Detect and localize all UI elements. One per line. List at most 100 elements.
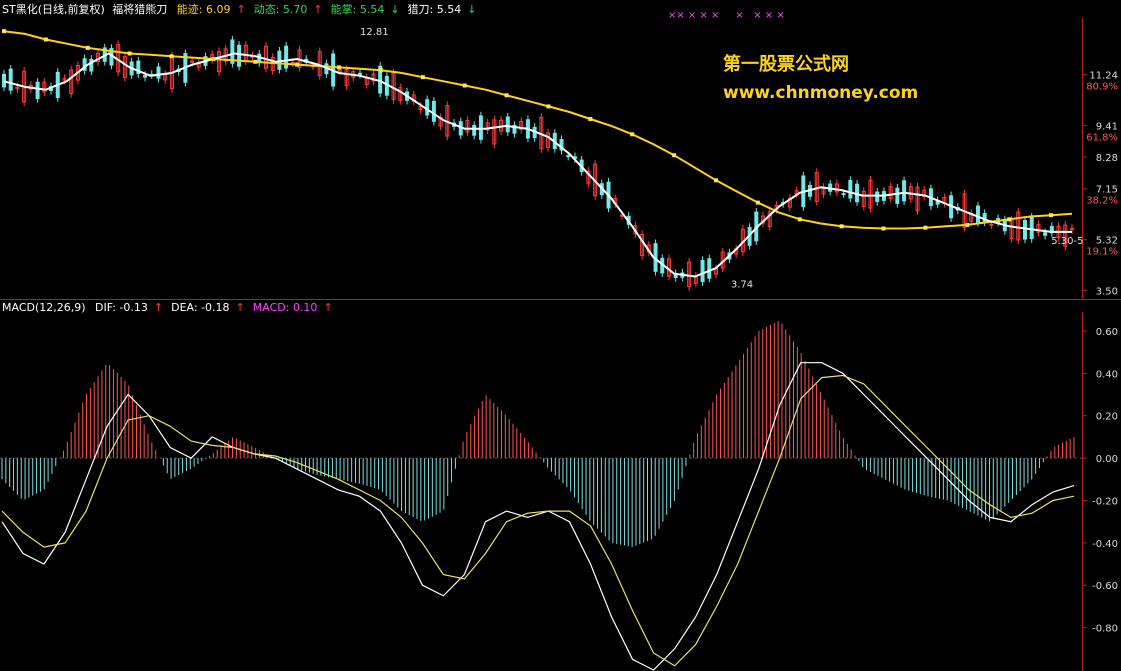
price-annotation: 12.81	[360, 27, 389, 38]
candle-body	[425, 99, 430, 116]
yellow-line-marker	[127, 51, 132, 56]
candle-body	[290, 61, 295, 64]
yellow-line-marker	[546, 104, 551, 109]
price-pct-label: 61.8%	[1086, 133, 1118, 144]
macd-tick-label: -0.20	[1092, 496, 1118, 507]
yellow-line-marker	[755, 200, 760, 205]
price-panel: 11.2480.9% 9.4161.8% 8.28 7.1538.2% 5.3219.1…	[2, 27, 1118, 297]
stock-name: ST黑化(日线,前复权)	[2, 3, 105, 16]
price-tick-label: 8.28	[1096, 153, 1118, 164]
candle-body	[89, 58, 94, 72]
yellow-line-marker	[295, 62, 300, 67]
candle-body	[841, 193, 846, 196]
indicator-value-3: 猎刀: 5.54	[407, 3, 462, 16]
macd-tick-label: 0.20	[1096, 412, 1118, 423]
macd-panel: 0.60 0.40 0.20 0.00 -0.20 -0.40 -0.60 -0.80	[0, 321, 1118, 671]
candle-body	[1043, 232, 1048, 236]
candle-body	[505, 116, 510, 133]
candle-body	[472, 124, 477, 136]
candle-body	[8, 68, 13, 91]
candle-body	[143, 74, 148, 78]
macd-value-0: DIF: -0.13	[95, 301, 148, 314]
candle-body	[707, 258, 712, 279]
yellow-line-marker	[85, 45, 90, 50]
macd-tick-label: -0.60	[1092, 581, 1118, 592]
candle-body	[478, 115, 483, 140]
yellow-line-marker	[43, 37, 48, 42]
macd-name: MACD(12,26,9)	[2, 301, 86, 314]
yellow-line-marker	[1007, 217, 1012, 222]
yellow-line-marker	[881, 226, 886, 231]
candle-body	[975, 205, 980, 223]
stock-chart[interactable]: 11.2480.9% 9.4161.8% 8.28 7.1538.2% 5.3219.1…	[0, 0, 1121, 671]
yellow-line-marker	[462, 83, 467, 88]
macd-tick-label: -0.40	[1092, 539, 1118, 550]
yellow-line-marker	[1049, 213, 1054, 218]
dif-line	[1, 362, 1075, 671]
price-tick-label: 7.15	[1096, 185, 1118, 196]
candle-body	[895, 187, 900, 204]
watermark-title: 第一股票公式网	[723, 54, 849, 75]
price-pct-label: 80.9%	[1086, 82, 1118, 93]
macd-value-arrow-0: ↑	[153, 301, 164, 314]
macd-tick-label: 0.00	[1096, 454, 1118, 465]
candle-body	[431, 100, 436, 122]
yellow-line-marker	[337, 65, 342, 70]
price-header: ST黑化(日线,前复权) 福将猎熊刀 能迹: 6.09 ↑ 动态: 5.70 ↑ 能掌:…	[2, 1, 490, 17]
yellow-line-marker	[839, 224, 844, 229]
yellow-line-marker	[965, 222, 970, 227]
yellow-line-marker	[672, 153, 677, 158]
candle-body	[35, 81, 40, 100]
indicator-value-2: 能掌: 5.54	[330, 3, 385, 16]
indicator-values: 能迹: 6.09 ↑ 动态: 5.70 ↑ 能掌: 5.54 ↓ 猎刀: 5.54 ↓	[177, 3, 485, 16]
indicator-value-arrow-3: ↓	[467, 3, 477, 16]
candle-body	[700, 259, 705, 283]
candle-body	[875, 191, 880, 202]
price-pct-label: 38.2%	[1086, 196, 1118, 207]
yellow-line-marker	[504, 93, 509, 98]
candle-body	[237, 44, 242, 67]
indicator-name: 福将猎熊刀	[112, 3, 168, 16]
macd-tick-label: 0.40	[1096, 369, 1118, 380]
candle-body	[1029, 216, 1034, 240]
yellow-line-marker	[714, 178, 718, 183]
dea-line	[1, 374, 1075, 667]
candle-body	[902, 180, 907, 202]
indicator-value-arrow-0: ↑	[236, 3, 246, 16]
candle-body	[358, 72, 362, 75]
top-marks: ×× × × × × × × ×	[668, 10, 785, 21]
indicator-value-1: 动态: 5.70	[253, 3, 308, 16]
yellow-line-marker	[630, 132, 635, 137]
price-pct-label: 19.1%	[1086, 247, 1118, 258]
candle-body	[1022, 220, 1027, 240]
yellow-line-marker	[588, 116, 593, 121]
yellow-line-marker	[253, 59, 258, 64]
macd-value-arrow-2: ↑	[323, 301, 333, 314]
price-tick-label: 9.41	[1096, 122, 1118, 133]
yellow-line-marker	[211, 57, 216, 62]
candle-body	[848, 179, 853, 199]
watermark-url: www.chnmoney.com	[723, 83, 919, 103]
macd-values: DIF: -0.13 ↑ DEA: -0.18 ↑ MACD: 0.10 ↑	[95, 301, 341, 314]
price-annotation: 3.74	[731, 280, 753, 291]
yellow-line-marker	[169, 54, 174, 59]
indicator-value-0: 能迹: 6.09	[176, 3, 231, 16]
indicator-value-arrow-2: ↓	[390, 3, 400, 16]
macd-value-1: DEA: -0.18	[171, 301, 230, 314]
price-tick-label: 3.50	[1096, 286, 1118, 297]
candle-body	[566, 155, 571, 158]
price-annotation: 5.30-5	[1051, 236, 1083, 247]
candle-body	[989, 223, 994, 226]
yellow-line-marker	[797, 217, 802, 222]
macd-tick-label: 0.60	[1096, 327, 1118, 338]
price-tick-label: 5.32	[1096, 236, 1118, 247]
yellow-line-marker	[420, 75, 425, 80]
macd-header: MACD(12,26,9) DIF: -0.13 ↑ DEA: -0.18 ↑ MACD…	[2, 301, 347, 314]
indicator-value-arrow-1: ↑	[313, 3, 323, 16]
candle-body	[156, 66, 161, 79]
price-tick-label: 11.24	[1089, 71, 1118, 82]
yellow-line-marker	[378, 68, 383, 73]
yellow-line-marker	[923, 225, 928, 230]
macd-value-2: MACD: 0.10	[252, 301, 318, 314]
yellow-line-marker	[2, 29, 6, 34]
